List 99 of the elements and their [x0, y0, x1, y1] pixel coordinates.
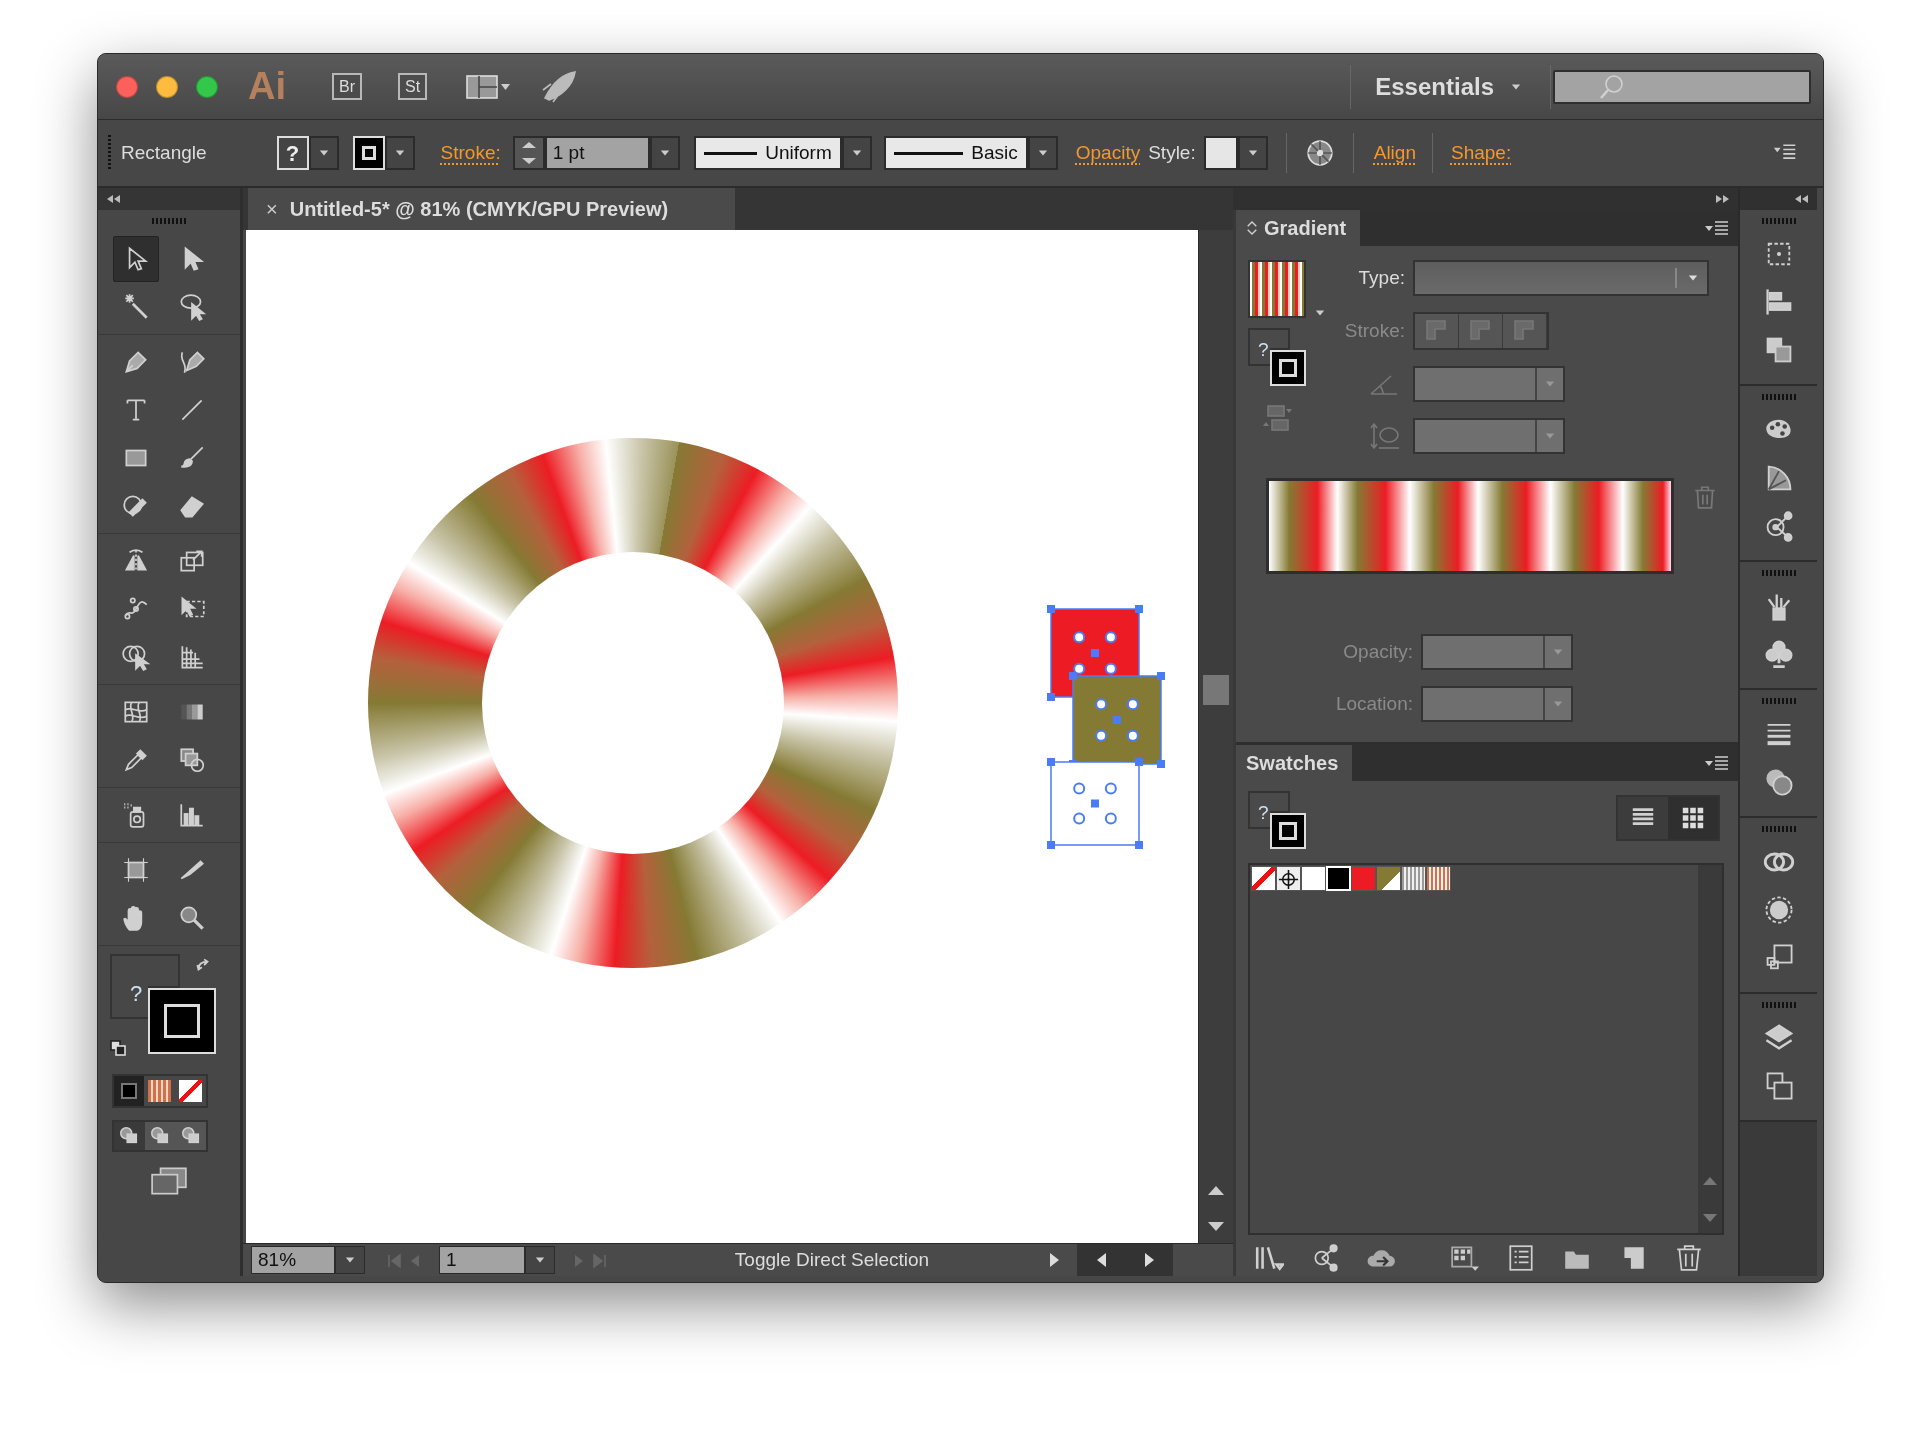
stroke-box[interactable] [1270, 350, 1306, 386]
color-swatch[interactable] [1351, 866, 1376, 891]
none-swatch[interactable] [1251, 866, 1276, 891]
style-label: Style: [1148, 140, 1196, 165]
field-label: Opacity: [1342, 639, 1414, 664]
stroke-box[interactable] [148, 988, 216, 1054]
stop-opacity-field[interactable] [1421, 634, 1573, 670]
document-title: Untitled-5* @ 81% (CMYK/GPU Preview) [289, 197, 669, 222]
close-button[interactable] [116, 75, 138, 98]
graphic-style-swatch[interactable] [1203, 136, 1238, 170]
variable-width-profile[interactable]: Uniform [693, 136, 842, 170]
panel-menu-icon[interactable] [1704, 753, 1730, 773]
profile-dropdown[interactable] [841, 136, 872, 170]
aspect-ratio-field[interactable] [1413, 418, 1565, 454]
collapse-icon[interactable] [106, 194, 121, 204]
dropdown-caret-icon [1552, 647, 1564, 657]
color-swatch[interactable] [1301, 866, 1326, 891]
weight-dropdown[interactable] [649, 136, 680, 170]
grid-view-icon [1680, 805, 1706, 831]
gradient-swatch[interactable] [1248, 260, 1306, 318]
panel-menu-icon[interactable] [1704, 218, 1730, 238]
brush-definition[interactable]: Basic [883, 136, 1028, 170]
opacity-link[interactable]: Opacity [1075, 138, 1141, 168]
gradient-swatch[interactable] [1426, 866, 1451, 891]
selected-rectangle[interactable] [1069, 672, 1165, 768]
tool-button[interactable] [113, 236, 159, 282]
stroke-swatch[interactable] [352, 136, 385, 170]
zoom-button[interactable] [196, 75, 218, 98]
view-toggle[interactable] [1618, 797, 1668, 839]
shape-builder-icon [121, 642, 151, 672]
dropdown-caret-icon [1687, 273, 1699, 283]
recolor-wheel-icon[interactable] [1304, 138, 1335, 168]
shape-link[interactable]: Shape: [1450, 138, 1512, 168]
global-color-swatch[interactable] [1376, 866, 1401, 891]
crosshair-icon [1277, 868, 1300, 892]
dropdown-caret-icon [1314, 308, 1326, 318]
artboard-icon [121, 855, 151, 885]
panel-title: Swatches [1246, 751, 1339, 776]
stroke-dropdown[interactable] [384, 136, 415, 170]
document-tab[interactable]: × Untitled-5* @ 81% (CMYK/GPU Preview) [248, 188, 735, 230]
stroke-link[interactable]: Stroke: [440, 138, 501, 168]
panel-tab[interactable]: Gradient [1236, 210, 1361, 246]
gradient-swatch[interactable] [1401, 866, 1426, 891]
trash-icon[interactable] [1674, 1243, 1704, 1273]
app-switch-button[interactable]: St [398, 72, 428, 101]
dropdown-caret-icon [1544, 431, 1556, 441]
stop-location-field[interactable] [1421, 686, 1573, 722]
align-link[interactable]: Align [1373, 138, 1416, 168]
registration-swatch[interactable] [1276, 866, 1301, 891]
collapse-icon[interactable] [1794, 194, 1809, 204]
dropdown-caret-icon [534, 1255, 546, 1265]
screen-mode-icon[interactable] [150, 1166, 188, 1196]
app-switch-button[interactable]: Br [332, 72, 362, 101]
brush-dropdown[interactable] [1027, 136, 1058, 170]
blend-icon [177, 745, 207, 775]
artboard-field[interactable]: 1 [439, 1246, 525, 1274]
aspect-ratio-icon [1369, 422, 1401, 450]
weight-stepper[interactable] [512, 136, 545, 170]
default-colors-icon[interactable] [110, 1040, 126, 1056]
expand-icon[interactable] [1715, 194, 1730, 204]
dropdown-caret-icon [1544, 379, 1556, 389]
style-dropdown[interactable] [1237, 136, 1268, 170]
swatch-kind-menu-icon[interactable] [1450, 1243, 1480, 1273]
zoom-icon [177, 903, 207, 933]
dropdown-caret-icon [1552, 699, 1564, 709]
dropdown-caret-icon [344, 1255, 356, 1265]
brush-label: Basic [971, 140, 1018, 165]
color-mode-button[interactable] [114, 1076, 145, 1106]
fill-dropdown[interactable] [308, 136, 339, 170]
workspace-switcher[interactable]: Essentials [1351, 68, 1532, 105]
scroll-right-icon[interactable] [1142, 1251, 1156, 1269]
close-tab-button[interactable]: × [266, 194, 278, 224]
swap-arrow-icon[interactable] [194, 958, 212, 972]
view-toggle[interactable] [1668, 797, 1718, 839]
lasso-icon [177, 292, 207, 322]
profile-label: Uniform [765, 140, 832, 165]
zoom-dropdown[interactable] [335, 1246, 365, 1274]
status-message: Toggle Direct Selection [733, 1247, 931, 1272]
status-menu-icon[interactable] [1047, 1251, 1061, 1269]
stroke-weight-field[interactable]: 1 pt [544, 136, 650, 170]
selected-rectangle[interactable] [1047, 758, 1143, 849]
zoom-field[interactable]: 81% [251, 1246, 335, 1274]
field-label: Type: [1357, 265, 1406, 290]
search-field[interactable] [1553, 69, 1811, 104]
swatch-options-icon[interactable] [1506, 1243, 1536, 1273]
app-logo: Ai [248, 64, 286, 109]
collapse-arrows-icon [1246, 220, 1258, 236]
angle-field[interactable] [1413, 366, 1565, 402]
field-label: Location: [1334, 691, 1414, 716]
field-label: Stroke: [1343, 318, 1406, 343]
fill-box[interactable]: ? [110, 954, 148, 1019]
panel-title: Gradient [1264, 216, 1347, 241]
tool-name: Rectangle [121, 140, 207, 165]
artboard-dropdown[interactable] [525, 1246, 555, 1274]
scrollbar-thumb[interactable] [1203, 675, 1229, 705]
stroke-box[interactable] [1270, 813, 1306, 849]
fill-swatch[interactable]: ? [276, 136, 309, 170]
panel-tab[interactable]: Swatches [1236, 745, 1353, 781]
minimize-button[interactable] [156, 75, 178, 98]
